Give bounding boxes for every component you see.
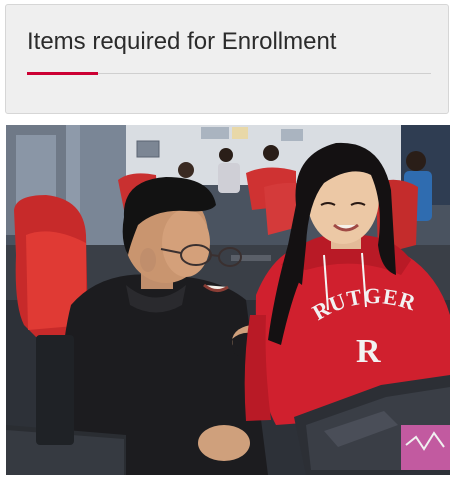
students-photo: RUTGERS R: [6, 125, 450, 475]
section-title: Items required for Enrollment: [27, 28, 337, 55]
students-photo-illustration: RUTGERS R: [6, 125, 450, 475]
sweatshirt-r-letter: R: [356, 333, 381, 370]
title-divider-accent: [27, 72, 98, 75]
page: Items required for Enrollment RUTGER R: [0, 0, 455, 481]
section-header-card: Items required for Enrollment: [5, 4, 449, 114]
